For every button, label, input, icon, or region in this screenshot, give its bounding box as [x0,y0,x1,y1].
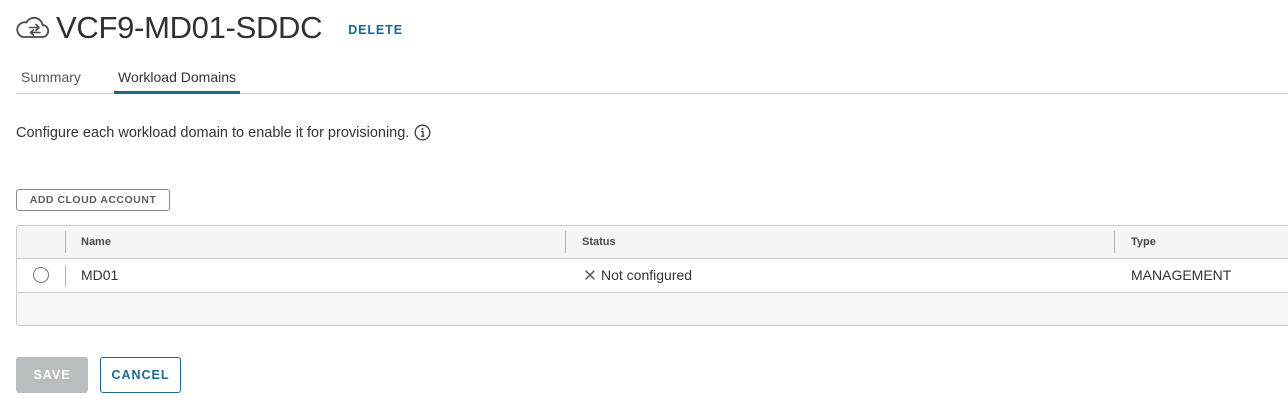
tab-bar: Summary Workload Domains [16,60,1288,94]
column-separator [65,265,66,287]
cloud-sync-icon [16,13,50,43]
row-select-radio[interactable] [33,267,49,283]
page: VCF9-MD01-SDDC DELETE Summary Workload D… [0,0,1288,414]
tab-workload-domains-label: Workload Domains [118,69,237,85]
grid-footer [17,293,1288,325]
close-x-icon [585,270,595,280]
workload-domains-grid: Name Status Type MD01 Not configured MAN… [16,225,1288,326]
column-header-type[interactable]: Type [1131,226,1156,258]
status-text: Not configured [601,267,693,283]
column-header-name[interactable]: Name [81,226,111,258]
table-row[interactable]: MD01 Not configured MANAGEMENT [17,259,1288,293]
column-separator [65,231,66,253]
save-button[interactable]: SAVE [16,357,88,393]
info-circle-icon[interactable] [414,124,431,141]
cell-type: MANAGEMENT [1131,267,1232,283]
page-title: VCF9-MD01-SDDC [56,10,323,45]
cell-status: Not configured [584,259,692,292]
column-header-status[interactable]: Status [582,226,616,258]
page-header: VCF9-MD01-SDDC DELETE [16,8,403,48]
delete-button[interactable]: DELETE [348,20,403,37]
cancel-button[interactable]: CANCEL [100,357,181,393]
grid-header: Name Status Type [17,226,1288,259]
active-tab-indicator [114,91,241,94]
add-cloud-account-button[interactable]: ADD CLOUD ACCOUNT [16,189,170,211]
cell-name: MD01 [81,267,119,283]
tab-workload-domains[interactable]: Workload Domains [114,60,241,94]
description-text: Configure each workload domain to enable… [16,124,410,141]
description: Configure each workload domain to enable… [16,124,431,141]
column-resize-handle[interactable] [565,231,566,253]
column-resize-handle[interactable] [1114,231,1115,253]
tab-summary[interactable]: Summary [21,60,81,92]
